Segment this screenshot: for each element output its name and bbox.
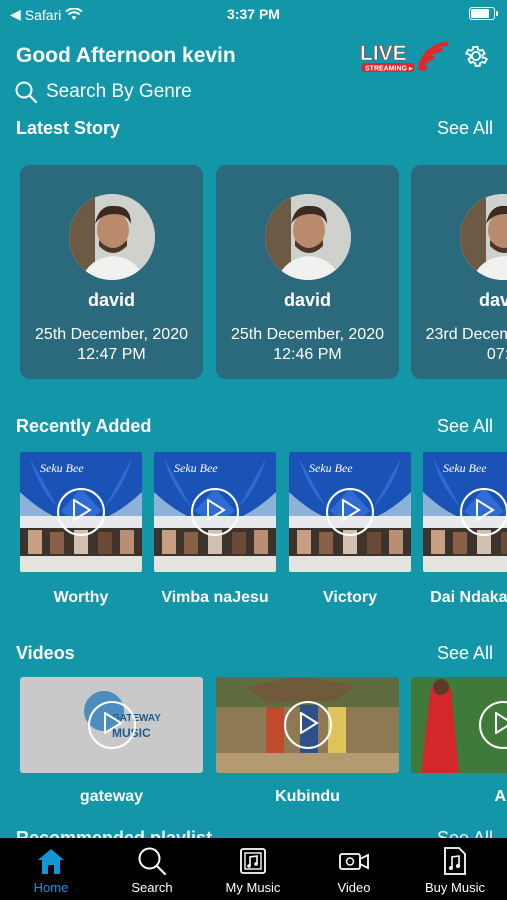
story-carousel[interactable]: david 25th December, 2020 12:47 PM david… xyxy=(20,165,507,381)
play-icon[interactable] xyxy=(326,488,374,536)
music-library-icon xyxy=(240,848,266,874)
play-icon[interactable] xyxy=(460,488,507,536)
video-thumbnail: GATEWAY MUSIC xyxy=(20,677,203,773)
recently-added-title: Recently Added xyxy=(16,416,152,436)
settings-button[interactable] xyxy=(462,42,490,70)
story-date: 25th December, 2020 xyxy=(35,326,188,343)
svg-text:Seku Bee: Seku Bee xyxy=(40,461,84,475)
latest-story-see-all[interactable]: See All xyxy=(437,118,493,139)
search-icon xyxy=(138,847,167,876)
videos-title: Videos xyxy=(16,643,75,663)
recently-added-see-all[interactable]: See All xyxy=(437,416,493,437)
video-thumbnail xyxy=(216,677,399,773)
album-cover: Seku Bee xyxy=(20,452,142,572)
video-card[interactable]: GATEWAY MUSIC gateway xyxy=(20,677,203,806)
tab-search[interactable]: Search xyxy=(102,846,202,895)
home-icon xyxy=(38,849,64,874)
album-cover: Seku Bee xyxy=(423,452,507,572)
album-card[interactable]: Seku Bee Dai Ndakaziva xyxy=(423,452,507,607)
tab-label: My Music xyxy=(225,880,281,895)
tab-label: Home xyxy=(33,880,69,895)
recently-added-carousel[interactable]: Seku Bee Worthy Seku Bee Vimba naJesu Se… xyxy=(20,452,507,622)
story-time: 07:2 xyxy=(486,346,507,363)
live-streaming-button[interactable]: LIVE STREAMING ▸ xyxy=(360,40,456,74)
music-file-icon xyxy=(444,847,466,875)
svg-text:Seku Bee: Seku Bee xyxy=(309,461,353,475)
tab-video[interactable]: Video xyxy=(304,846,404,895)
live-text: LIVE xyxy=(360,42,407,65)
battery-icon xyxy=(469,7,498,20)
tab-label: Search xyxy=(131,880,173,895)
search-icon xyxy=(15,81,38,104)
avatar xyxy=(68,194,155,280)
video-title: Kubindu xyxy=(275,788,340,805)
story-author: david xyxy=(87,290,135,310)
video-thumbnail xyxy=(411,677,507,773)
video-title: Al xyxy=(494,788,507,805)
live-sub-text: STREAMING ▸ xyxy=(365,66,413,73)
greeting-title: Good Afternoon kevin xyxy=(16,44,236,67)
tab-buy-music[interactable]: Buy Music xyxy=(405,846,505,895)
video-camera-icon xyxy=(339,853,369,870)
album-cover: Seku Bee xyxy=(289,452,411,572)
live-streaming-logo: LIVE STREAMING ▸ xyxy=(360,42,449,73)
status-bar: ◀ Safari 3:37 PM xyxy=(0,0,507,28)
album-title: Vimba naJesu xyxy=(161,589,269,606)
play-icon[interactable] xyxy=(57,488,105,536)
video-carousel[interactable]: GATEWAY MUSIC gateway Kubindu A xyxy=(20,677,507,817)
latest-story-title: Latest Story xyxy=(16,118,121,138)
story-card[interactable]: david 25th December, 2020 12:46 PM xyxy=(216,165,399,379)
svg-text:Seku Bee: Seku Bee xyxy=(443,461,487,475)
album-title: Victory xyxy=(323,589,377,606)
avatar xyxy=(264,194,351,280)
videos-see-all[interactable]: See All xyxy=(437,643,493,664)
album-cover: Seku Bee xyxy=(154,452,276,572)
story-card[interactable]: david 23rd December, 2020 07:2 xyxy=(411,165,507,379)
bottom-tab-bar: Home Search My Music Video Buy Music xyxy=(0,838,507,900)
tab-label: Buy Music xyxy=(425,880,485,895)
album-card[interactable]: Seku Bee Victory xyxy=(289,452,411,607)
story-card[interactable]: david 25th December, 2020 12:47 PM xyxy=(20,165,203,379)
album-title: Worthy xyxy=(53,589,109,606)
avatar xyxy=(459,194,507,280)
play-icon[interactable] xyxy=(87,701,136,749)
tab-home[interactable]: Home xyxy=(1,846,101,895)
play-icon[interactable] xyxy=(191,488,239,536)
tab-my-music[interactable]: My Music xyxy=(203,846,303,895)
album-card[interactable]: Seku Bee Worthy xyxy=(20,452,142,607)
video-card[interactable]: Al xyxy=(411,677,507,806)
svg-text:Seku Bee: Seku Bee xyxy=(174,461,218,475)
tab-label: Video xyxy=(337,880,371,895)
search-label: Search By Genre xyxy=(46,81,192,102)
story-time: 12:47 PM xyxy=(77,346,146,363)
album-card[interactable]: Seku Bee Vimba naJesu xyxy=(154,452,276,607)
story-author: david xyxy=(478,290,507,310)
story-date: 25th December, 2020 xyxy=(231,326,384,343)
video-card[interactable]: Kubindu xyxy=(216,677,399,806)
album-title: Dai Ndakaziva xyxy=(430,589,507,606)
gear-icon xyxy=(464,45,489,67)
story-author: david xyxy=(283,290,331,310)
play-icon[interactable] xyxy=(283,701,332,749)
story-time: 12:46 PM xyxy=(273,346,342,363)
video-title: gateway xyxy=(79,788,144,805)
clock: 3:37 PM xyxy=(227,6,280,22)
story-date: 23rd December, 2020 xyxy=(425,326,507,343)
genre-search[interactable]: Search By Genre xyxy=(14,80,192,104)
